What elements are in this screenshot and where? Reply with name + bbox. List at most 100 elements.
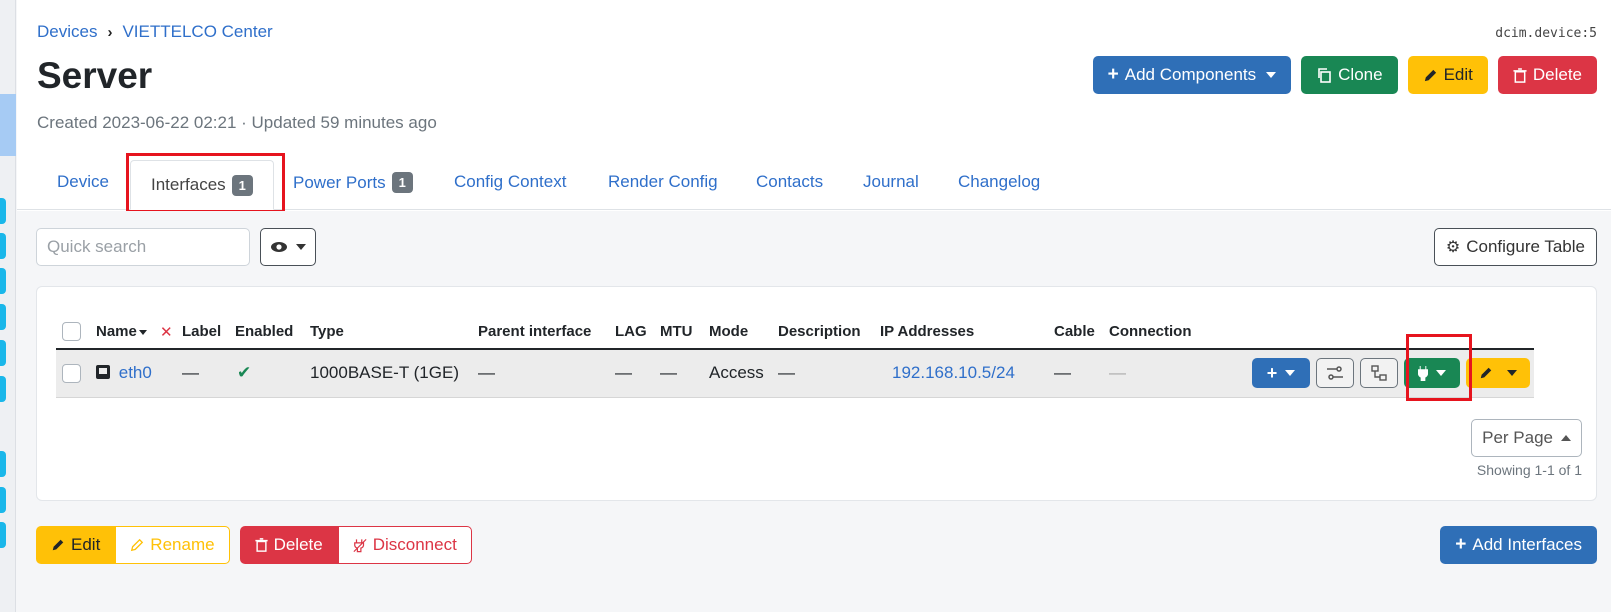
plus-icon: + [1107, 64, 1119, 85]
tab-config-context[interactable]: Config Context [454, 172, 566, 192]
tab-label: Config Context [454, 172, 567, 191]
chevron-down-icon [296, 244, 306, 250]
trace-button[interactable] [1316, 358, 1354, 389]
tab-render-config[interactable]: Render Config [608, 172, 718, 192]
row-add-dropdown[interactable]: + [1252, 358, 1310, 389]
breadcrumb-devices[interactable]: Devices [37, 22, 97, 42]
column-connection[interactable]: Connection [1103, 315, 1203, 350]
rail-marker[interactable] [0, 233, 6, 259]
clear-sort-icon[interactable]: ✕ [160, 324, 173, 341]
rail-marker[interactable] [0, 340, 6, 366]
plus-icon: + [1266, 362, 1278, 383]
bulk-rename-button[interactable]: Rename [115, 526, 230, 564]
pencil-icon [1424, 69, 1436, 81]
rail-marker[interactable] [0, 451, 6, 477]
edit-button[interactable]: Edit [1407, 56, 1488, 94]
add-interfaces-label: Add Interfaces [1472, 535, 1582, 554]
gear-icon: ⚙ [1445, 239, 1461, 256]
device-page: Devices › VIETTELCO Center dcim.device:5… [17, 0, 1611, 612]
interface-name-link[interactable]: eth0 [119, 363, 152, 382]
delete-button[interactable]: Delete [1497, 56, 1597, 94]
rail-marker[interactable] [0, 198, 6, 224]
column-label: Cable [1054, 323, 1095, 340]
cell-connection: — [1103, 349, 1203, 398]
column-label: Label [182, 323, 222, 340]
clone-label: Clone [1338, 65, 1383, 84]
rail-marker[interactable] [0, 522, 6, 548]
tab-label: Device [57, 172, 109, 191]
tab-device[interactable]: Device [57, 172, 109, 192]
bulk-disconnect-button[interactable]: Disconnect [337, 526, 472, 564]
delete-label: Delete [1532, 65, 1582, 84]
bulk-edit-label: Edit [71, 535, 101, 554]
breadcrumb-site[interactable]: VIETTELCO Center [122, 22, 272, 42]
ip-address-link[interactable]: 192.168.10.5/24 [892, 363, 1015, 382]
column-label-header[interactable]: Label [176, 315, 229, 350]
column-label: IP Addresses [880, 323, 975, 340]
tab-power-ports[interactable]: Power Ports 1 [293, 172, 413, 193]
tab-label: Contacts [756, 172, 824, 191]
interfaces-table: Name ✕ Label Enabled Type Parent interfa… [56, 315, 1534, 398]
clone-button[interactable]: Clone [1301, 56, 1398, 94]
saved-views-button[interactable] [260, 228, 316, 266]
created-updated-meta: Created 2023-06-22 02:21 · Updated 59 mi… [37, 113, 437, 132]
tab-journal[interactable]: Journal [863, 172, 919, 192]
sort-desc-icon [138, 329, 147, 335]
column-description[interactable]: Description [772, 315, 874, 350]
bulk-edit-button[interactable]: Edit [36, 526, 116, 564]
add-components-label: Add Components [1124, 65, 1257, 84]
bulk-disconnect-label: Disconnect [372, 535, 457, 554]
chevron-up-icon [1561, 435, 1571, 441]
column-parent-interface[interactable]: Parent interface [472, 315, 609, 350]
tab-changelog[interactable]: Changelog [958, 172, 1040, 192]
tab-label: Power Ports [293, 172, 386, 192]
interfaces-table-card: Name ✕ Label Enabled Type Parent interfa… [36, 286, 1597, 501]
column-enabled[interactable]: Enabled [229, 315, 304, 350]
rail-highlight [0, 94, 16, 156]
row-checkbox[interactable] [62, 364, 81, 384]
bulk-delete-button[interactable]: Delete [239, 526, 338, 564]
interfaces-panel: ⚙ Configure Table Name ✕ Label Enabled T… [17, 211, 1611, 612]
column-label: LAG [615, 323, 647, 340]
rail-marker[interactable] [0, 487, 6, 513]
cell-parent: — [472, 349, 609, 398]
pencil-icon [52, 539, 64, 551]
lldp-neighbors-button[interactable] [1360, 358, 1398, 389]
select-all-checkbox[interactable] [62, 322, 81, 341]
per-page-dropdown[interactable]: Per Page [1471, 419, 1582, 457]
column-label: Mode [709, 323, 749, 340]
column-cable[interactable]: Cable [1048, 315, 1103, 350]
page-title: Server [37, 55, 153, 96]
trash-icon [1513, 67, 1527, 83]
add-interfaces-button[interactable]: + Add Interfaces [1440, 526, 1597, 564]
enabled-value: ✔ [237, 363, 252, 383]
column-ip-addresses[interactable]: IP Addresses [874, 315, 1048, 350]
column-mtu[interactable]: MTU [654, 315, 703, 350]
column-lag[interactable]: LAG [609, 315, 654, 350]
highlight-box-connect-button [1406, 334, 1472, 401]
add-components-button[interactable]: + Add Components [1092, 56, 1292, 94]
table-header-row: Name ✕ Label Enabled Type Parent interfa… [56, 315, 1534, 350]
rail-marker[interactable] [0, 268, 6, 294]
column-name[interactable]: Name [90, 315, 158, 350]
column-label: Connection [1109, 323, 1192, 340]
column-label: Enabled [235, 323, 294, 340]
rail-marker[interactable] [0, 376, 6, 402]
tab-contacts[interactable]: Contacts [756, 172, 823, 192]
trace-icon [1327, 366, 1343, 380]
tab-label: Render Config [608, 172, 718, 191]
row-edit-dropdown[interactable] [1466, 358, 1530, 389]
quick-search-input[interactable] [36, 228, 250, 266]
per-page-label: Per Page [1482, 428, 1553, 447]
breadcrumb-separator-icon: › [107, 23, 113, 41]
tab-count-badge: 1 [391, 172, 413, 193]
tab-label: Journal [863, 172, 919, 191]
column-type[interactable]: Type [304, 315, 472, 350]
disconnect-icon [353, 538, 367, 552]
pencil-icon [131, 538, 144, 552]
rail-marker[interactable] [0, 304, 6, 330]
column-label: Name [96, 323, 137, 340]
configure-table-button[interactable]: ⚙ Configure Table [1433, 228, 1597, 266]
column-mode[interactable]: Mode [703, 315, 772, 350]
column-label: Parent interface [478, 323, 592, 340]
